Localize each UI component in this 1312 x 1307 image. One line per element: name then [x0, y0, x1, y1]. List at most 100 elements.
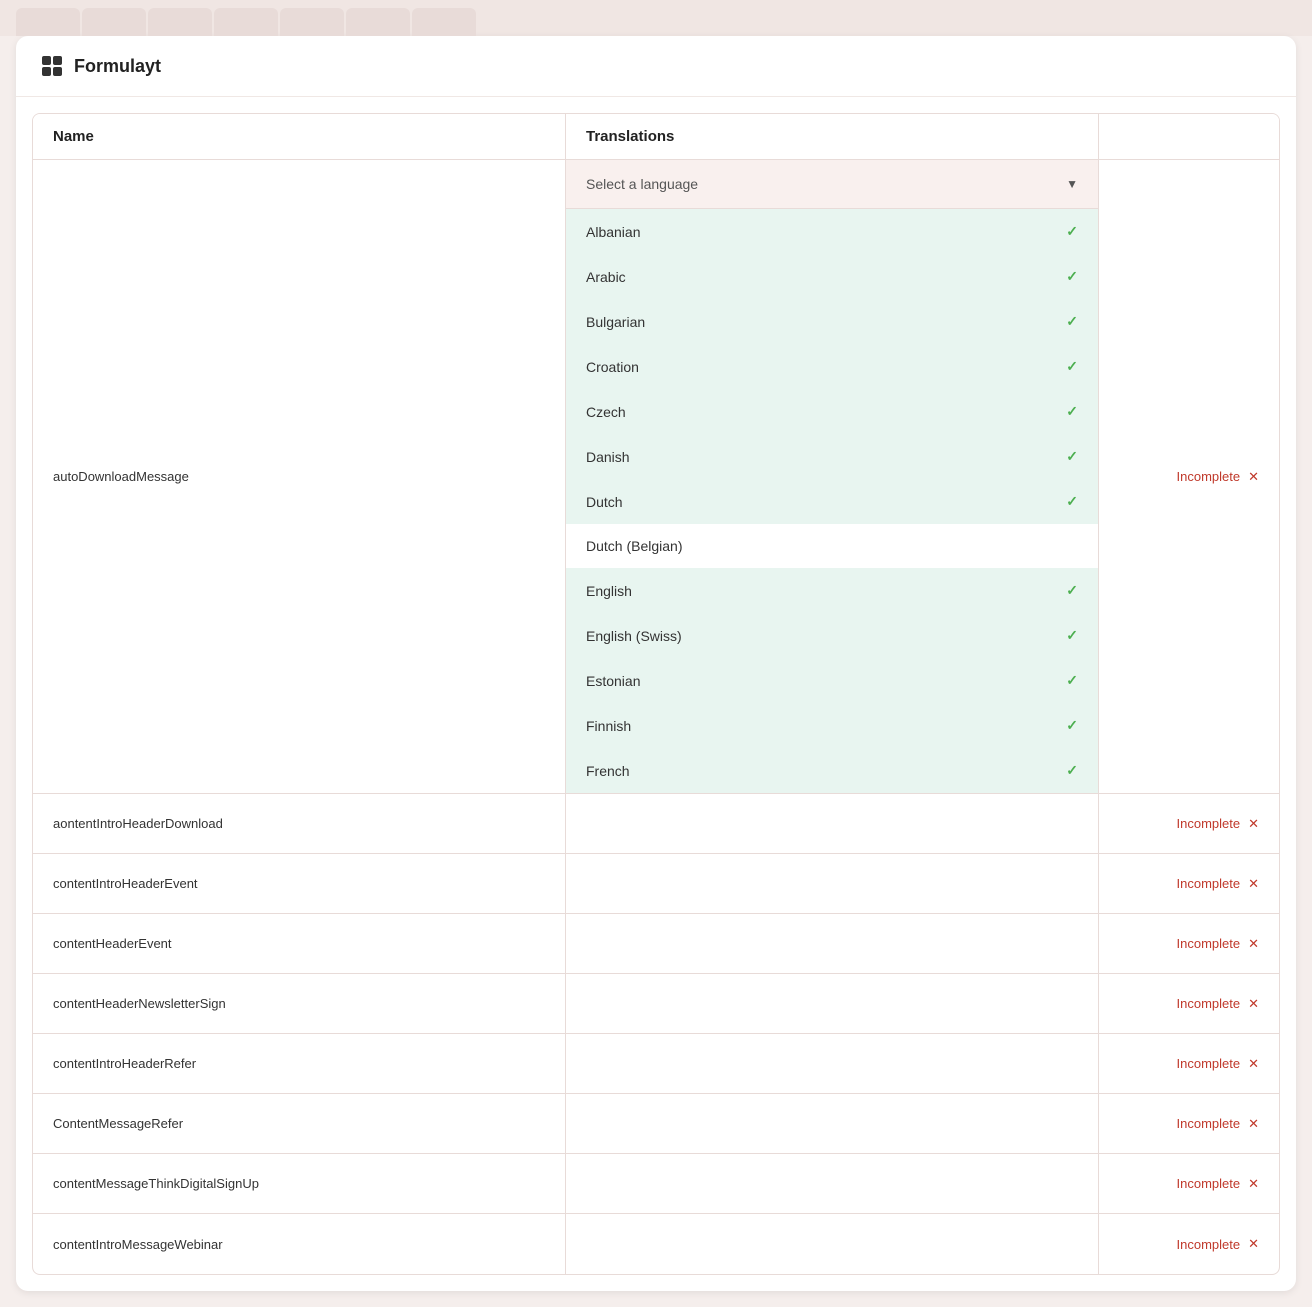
row-6-translations-cell[interactable]: [566, 1034, 1099, 1093]
status-badge: Incomplete: [1177, 816, 1241, 831]
translations-table: Name Translations autoDownloadMessage Se…: [32, 113, 1280, 1275]
row-7-status-cell: Incomplete ✕: [1099, 1094, 1279, 1153]
row-9-name-cell: contentIntroMessageWebinar: [33, 1214, 566, 1274]
table-row: aontentIntroHeaderDownload Incomplete ✕: [33, 794, 1279, 854]
english-check-icon: ✓: [1066, 582, 1078, 599]
row-9-translations-cell[interactable]: [566, 1214, 1099, 1274]
row-5-status-cell: Incomplete ✕: [1099, 974, 1279, 1033]
remove-row-1-button[interactable]: ✕: [1248, 469, 1259, 485]
dropdown-item-english-swiss[interactable]: English (Swiss) ✓: [566, 613, 1098, 658]
dropdown-item-dutch[interactable]: Dutch ✓: [566, 479, 1098, 524]
row-3-status-cell: Incomplete ✕: [1099, 854, 1279, 913]
language-dutch-belgian-label: Dutch (Belgian): [586, 538, 683, 554]
dropdown-list: Albanian ✓ Arabic ✓ Bulgarian ✓: [566, 209, 1098, 793]
row-7-name-cell: ContentMessageRefer: [33, 1094, 566, 1153]
arabic-check-icon: ✓: [1066, 268, 1078, 285]
language-english-label: English: [586, 583, 632, 599]
language-croation-label: Croation: [586, 359, 639, 375]
app-title: Formulayt: [74, 56, 161, 77]
dropdown-item-bulgarian[interactable]: Bulgarian ✓: [566, 299, 1098, 344]
dropdown-placeholder: Select a language: [586, 176, 698, 192]
row-1-name: autoDownloadMessage: [53, 469, 189, 484]
top-tab-7[interactable]: [412, 8, 476, 36]
status-badge: Incomplete: [1177, 1176, 1241, 1191]
row-1-status-cell: Incomplete ✕: [1099, 160, 1279, 793]
language-english-swiss-label: English (Swiss): [586, 628, 682, 644]
row-3-name-cell: contentIntroHeaderEvent: [33, 854, 566, 913]
row-5-translations-cell[interactable]: [566, 974, 1099, 1033]
dropdown-item-arabic[interactable]: Arabic ✓: [566, 254, 1098, 299]
table-body: autoDownloadMessage Select a language ▼ …: [33, 160, 1279, 1274]
logo-icon: [40, 54, 64, 78]
remove-row-6-button[interactable]: ✕: [1248, 1056, 1259, 1072]
remove-row-5-button[interactable]: ✕: [1248, 996, 1259, 1012]
status-badge: Incomplete: [1177, 469, 1241, 484]
remove-row-2-button[interactable]: ✕: [1248, 816, 1259, 832]
table-row: contentHeaderNewsletterSign Incomplete ✕: [33, 974, 1279, 1034]
row-4-translations-cell[interactable]: [566, 914, 1099, 973]
top-tab-6[interactable]: [346, 8, 410, 36]
top-tab-5[interactable]: [280, 8, 344, 36]
table-row: contentIntroMessageWebinar Incomplete ✕: [33, 1214, 1279, 1274]
row-8-name: contentMessageThinkDigitalSignUp: [53, 1176, 259, 1191]
remove-row-9-button[interactable]: ✕: [1248, 1236, 1259, 1252]
dropdown-item-finnish[interactable]: Finnish ✓: [566, 703, 1098, 748]
finnish-check-icon: ✓: [1066, 717, 1078, 734]
language-french-label: French: [586, 763, 630, 779]
row-2-name-cell: aontentIntroHeaderDownload: [33, 794, 566, 853]
top-tab-3[interactable]: [148, 8, 212, 36]
row-8-translations-cell[interactable]: [566, 1154, 1099, 1213]
remove-row-8-button[interactable]: ✕: [1248, 1176, 1259, 1192]
status-badge: Incomplete: [1177, 1237, 1241, 1252]
table-row: contentMessageThinkDigitalSignUp Incompl…: [33, 1154, 1279, 1214]
dropdown-item-french[interactable]: French ✓: [566, 748, 1098, 793]
albanian-check-icon: ✓: [1066, 223, 1078, 240]
top-tab-1[interactable]: [16, 8, 80, 36]
language-dropdown-wrapper: Select a language ▼ Albanian ✓ Arabic: [566, 160, 1098, 793]
remove-row-4-button[interactable]: ✕: [1248, 936, 1259, 952]
row-4-name-cell: contentHeaderEvent: [33, 914, 566, 973]
language-arabic-label: Arabic: [586, 269, 626, 285]
table-row: contentIntroHeaderRefer Incomplete ✕: [33, 1034, 1279, 1094]
dropdown-item-croation[interactable]: Croation ✓: [566, 344, 1098, 389]
estonian-check-icon: ✓: [1066, 672, 1078, 689]
col-header-translations: Translations: [566, 114, 1099, 159]
row-7-name: ContentMessageRefer: [53, 1116, 183, 1131]
row-6-name: contentIntroHeaderRefer: [53, 1056, 196, 1071]
row-3-translations-cell[interactable]: [566, 854, 1099, 913]
status-badge: Incomplete: [1177, 876, 1241, 891]
row-2-translations-cell[interactable]: [566, 794, 1099, 853]
language-albanian-label: Albanian: [586, 224, 641, 240]
top-tab-4[interactable]: [214, 8, 278, 36]
row-8-name-cell: contentMessageThinkDigitalSignUp: [33, 1154, 566, 1213]
status-badge: Incomplete: [1177, 996, 1241, 1011]
remove-row-3-button[interactable]: ✕: [1248, 876, 1259, 892]
table-header: Name Translations: [33, 114, 1279, 160]
croation-check-icon: ✓: [1066, 358, 1078, 375]
row-4-status-cell: Incomplete ✕: [1099, 914, 1279, 973]
dropdown-item-estonian[interactable]: Estonian ✓: [566, 658, 1098, 703]
remove-row-7-button[interactable]: ✕: [1248, 1116, 1259, 1132]
language-finnish-label: Finnish: [586, 718, 631, 734]
row-8-status-cell: Incomplete ✕: [1099, 1154, 1279, 1213]
row-1-translations-cell: Select a language ▼ Albanian ✓ Arabic: [566, 160, 1099, 793]
table-row: contentHeaderEvent Incomplete ✕: [33, 914, 1279, 974]
dropdown-item-albanian[interactable]: Albanian ✓: [566, 209, 1098, 254]
table-row: ContentMessageRefer Incomplete ✕: [33, 1094, 1279, 1154]
top-tab-2[interactable]: [82, 8, 146, 36]
language-dropdown-trigger[interactable]: Select a language ▼: [566, 160, 1098, 209]
row-9-status-cell: Incomplete ✕: [1099, 1214, 1279, 1274]
status-badge: Incomplete: [1177, 936, 1241, 951]
row-7-translations-cell[interactable]: [566, 1094, 1099, 1153]
table-row: autoDownloadMessage Select a language ▼ …: [33, 160, 1279, 794]
col-header-name: Name: [33, 114, 566, 159]
french-check-icon: ✓: [1066, 762, 1078, 779]
language-danish-label: Danish: [586, 449, 630, 465]
row-4-name: contentHeaderEvent: [53, 936, 172, 951]
dropdown-item-dutch-belgian[interactable]: Dutch (Belgian): [566, 524, 1098, 568]
row-6-name-cell: contentIntroHeaderRefer: [33, 1034, 566, 1093]
row-5-name: contentHeaderNewsletterSign: [53, 996, 226, 1011]
dropdown-item-czech[interactable]: Czech ✓: [566, 389, 1098, 434]
dropdown-item-danish[interactable]: Danish ✓: [566, 434, 1098, 479]
dropdown-item-english[interactable]: English ✓: [566, 568, 1098, 613]
